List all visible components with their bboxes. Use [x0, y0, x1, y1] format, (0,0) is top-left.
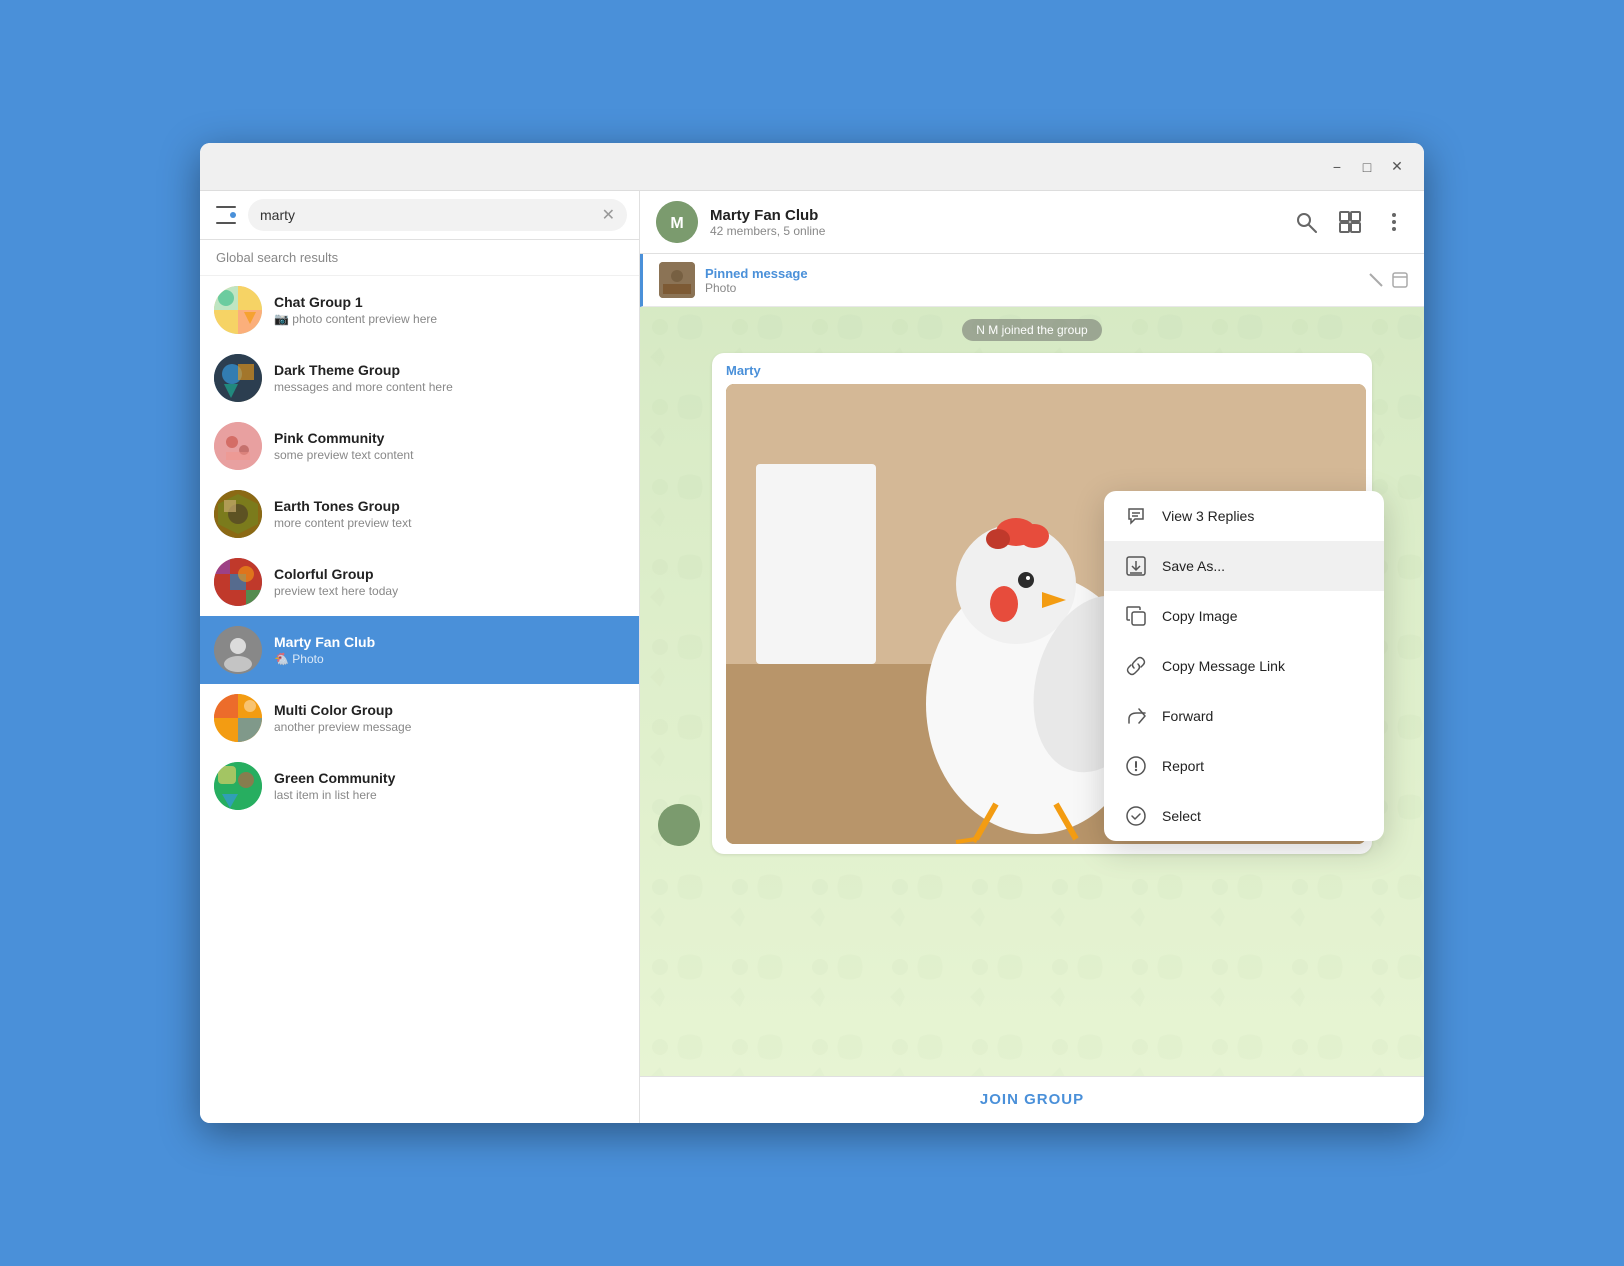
list-item[interactable]: Colorful Group preview text here today — [200, 548, 639, 616]
report-icon — [1124, 754, 1148, 778]
close-button[interactable]: ✕ — [1382, 152, 1412, 182]
right-panel: M Marty Fan Club 42 members, 5 online — [640, 191, 1424, 1123]
pinned-thumbnail — [659, 262, 695, 298]
sender-avatar — [658, 804, 700, 846]
chat-info: Pink Community some preview text content — [274, 430, 625, 462]
chat-name: Chat Group 1 — [274, 294, 625, 310]
chat-header-name: Marty Fan Club — [710, 207, 1280, 224]
avatar — [214, 422, 262, 470]
save-icon — [1124, 554, 1148, 578]
minimize-button[interactable]: − — [1322, 152, 1352, 182]
menu-icon[interactable] — [212, 202, 240, 228]
avatar — [214, 762, 262, 810]
chat-preview: 📷 photo content preview here — [274, 312, 625, 326]
chat-preview: last item in list here — [274, 788, 625, 802]
context-menu-label: Forward — [1162, 708, 1213, 724]
search-clear-icon[interactable]: ✕ — [602, 205, 615, 225]
context-menu-item-copy-image[interactable]: Copy Image — [1104, 591, 1384, 641]
chat-list: Chat Group 1 📷 photo content preview her… — [200, 276, 639, 1123]
join-group-bar: JOIN GROUP — [640, 1076, 1424, 1123]
replies-icon — [1124, 504, 1148, 528]
left-panel: ✕ Global search results — [200, 191, 640, 1123]
chat-preview: more content preview text — [274, 516, 625, 530]
avatar — [214, 490, 262, 538]
list-item[interactable]: Chat Group 1 📷 photo content preview her… — [200, 276, 639, 344]
join-group-button[interactable]: JOIN GROUP — [980, 1091, 1084, 1108]
search-input-wrapper: ✕ — [248, 199, 627, 231]
context-menu-item-view-replies[interactable]: View 3 Replies — [1104, 491, 1384, 541]
forward-icon — [1124, 704, 1148, 728]
chat-info: Multi Color Group another preview messag… — [274, 702, 625, 734]
list-item[interactable]: Multi Color Group another preview messag… — [200, 684, 639, 752]
context-menu-item-save-as[interactable]: Save As... — [1104, 541, 1384, 591]
avatar — [214, 694, 262, 742]
pinned-info: Pinned message Photo — [705, 266, 1358, 295]
message-sender: Marty — [726, 363, 1358, 378]
chat-info: Colorful Group preview text here today — [274, 566, 625, 598]
context-menu-label: Save As... — [1162, 558, 1225, 574]
chat-header-icons — [1292, 208, 1408, 236]
link-icon — [1124, 654, 1148, 678]
chat-preview: messages and more content here — [274, 380, 625, 394]
more-options-icon[interactable] — [1380, 208, 1408, 236]
chat-preview: 🐔 Photo — [274, 652, 625, 666]
list-item[interactable]: Earth Tones Group more content preview t… — [200, 480, 639, 548]
copy-icon — [1124, 604, 1148, 628]
context-menu: View 3 Replies Save As... — [1104, 491, 1384, 841]
avatar — [214, 558, 262, 606]
chat-info: Chat Group 1 📷 photo content preview her… — [274, 294, 625, 326]
titlebar: − □ ✕ — [200, 143, 1424, 191]
search-icon[interactable] — [1292, 208, 1320, 236]
list-item[interactable]: Green Community last item in list here — [200, 752, 639, 820]
chat-info: Green Community last item in list here — [274, 770, 625, 802]
layout-icon[interactable] — [1336, 208, 1364, 236]
avatar — [214, 626, 262, 674]
main-content: ✕ Global search results — [200, 191, 1424, 1123]
chat-header-status: 42 members, 5 online — [710, 224, 1280, 238]
chat-header-info: Marty Fan Club 42 members, 5 online — [710, 207, 1280, 238]
avatar — [214, 286, 262, 334]
list-item[interactable]: Pink Community some preview text content — [200, 412, 639, 480]
chat-info: Dark Theme Group messages and more conte… — [274, 362, 625, 394]
context-menu-item-copy-link[interactable]: Copy Message Link — [1104, 641, 1384, 691]
avatar — [214, 354, 262, 402]
pinned-title: Pinned message — [705, 266, 1358, 281]
list-item[interactable]: Marty Fan Club 🐔 Photo — [200, 616, 639, 684]
chat-name: Colorful Group — [274, 566, 625, 582]
pinned-bar[interactable]: Pinned message Photo — [640, 254, 1424, 307]
section-label: Global search results — [200, 240, 639, 276]
chat-header: M Marty Fan Club 42 members, 5 online — [640, 191, 1424, 254]
context-menu-label: View 3 Replies — [1162, 508, 1254, 524]
chat-name: Dark Theme Group — [274, 362, 625, 378]
context-menu-label: Select — [1162, 808, 1201, 824]
search-bar: ✕ — [200, 191, 639, 240]
context-menu-item-select[interactable]: Select — [1104, 791, 1384, 841]
chat-preview: another preview message — [274, 720, 625, 734]
svg-text:M: M — [670, 215, 683, 232]
chat-name: Earth Tones Group — [274, 498, 625, 514]
search-input[interactable] — [260, 207, 602, 223]
chat-name: Multi Color Group — [274, 702, 625, 718]
chat-preview: preview text here today — [274, 584, 625, 598]
chat-info: Earth Tones Group more content preview t… — [274, 498, 625, 530]
context-menu-label: Copy Image — [1162, 608, 1237, 624]
pinned-icons — [1368, 272, 1408, 288]
pinned-sub: Photo — [705, 281, 1358, 295]
chat-info: Marty Fan Club 🐔 Photo — [274, 634, 625, 666]
list-item[interactable]: Dark Theme Group messages and more conte… — [200, 344, 639, 412]
chat-name: Pink Community — [274, 430, 625, 446]
app-window: − □ ✕ ✕ Global search results — [200, 143, 1424, 1123]
chat-name: Green Community — [274, 770, 625, 786]
context-menu-item-report[interactable]: Report — [1104, 741, 1384, 791]
chat-name: Marty Fan Club — [274, 634, 625, 650]
maximize-button[interactable]: □ — [1352, 152, 1382, 182]
context-menu-label: Report — [1162, 758, 1204, 774]
select-icon — [1124, 804, 1148, 828]
chat-header-avatar: M — [656, 201, 698, 243]
context-menu-label: Copy Message Link — [1162, 658, 1285, 674]
context-menu-item-forward[interactable]: Forward — [1104, 691, 1384, 741]
chat-preview: some preview text content — [274, 448, 625, 462]
